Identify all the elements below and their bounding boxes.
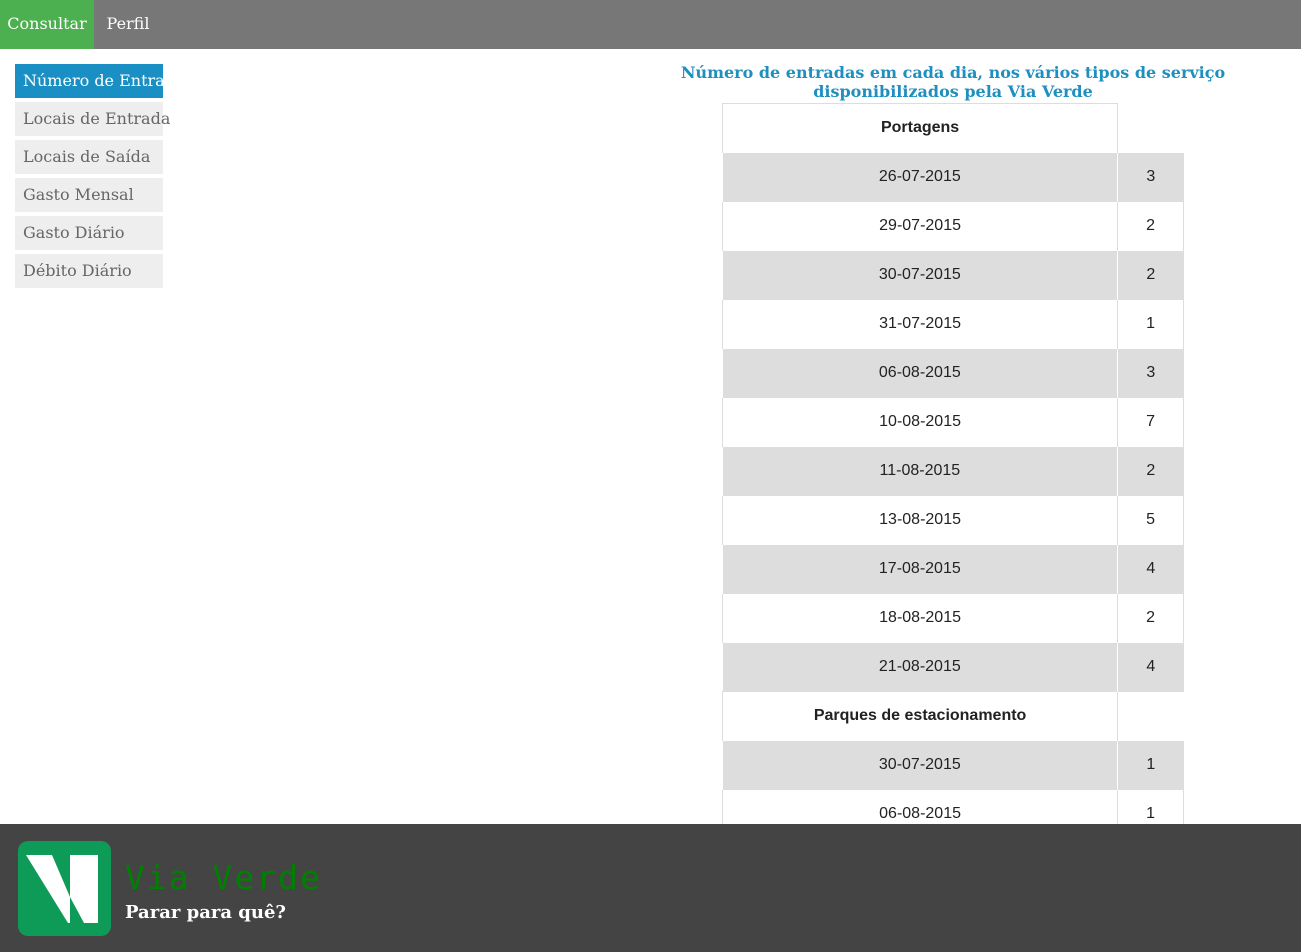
sidebar-item-debito-diario[interactable]: Débito Diário bbox=[15, 254, 163, 288]
table-row: 17-08-2015 4 bbox=[722, 544, 1184, 594]
section-header-row: Parques de estacionamento bbox=[722, 691, 1184, 741]
table-row: 06-08-2015 1 bbox=[722, 789, 1184, 824]
row-date: 18-08-2015 bbox=[722, 593, 1119, 643]
row-date: 11-08-2015 bbox=[722, 446, 1119, 496]
row-count: 3 bbox=[1117, 348, 1184, 398]
brand-slogan: Parar para quê? bbox=[125, 902, 286, 923]
row-count: 5 bbox=[1117, 495, 1184, 545]
row-date: 21-08-2015 bbox=[722, 642, 1119, 692]
page-heading: Número de entradas em cada dia, nos vári… bbox=[680, 63, 1226, 101]
table-row: 13-08-2015 5 bbox=[722, 495, 1184, 545]
row-date: 30-07-2015 bbox=[722, 250, 1119, 300]
row-date: 31-07-2015 bbox=[722, 299, 1119, 349]
table-row: 10-08-2015 7 bbox=[722, 397, 1184, 447]
row-date: 10-08-2015 bbox=[722, 397, 1119, 447]
row-count: 1 bbox=[1117, 740, 1184, 790]
sidebar-item-gasto-mensal[interactable]: Gasto Mensal bbox=[15, 178, 163, 212]
top-navigation: Consultar Perfil bbox=[0, 0, 1301, 49]
row-count: 3 bbox=[1117, 152, 1184, 202]
row-date: 29-07-2015 bbox=[722, 201, 1119, 251]
table-row: 26-07-2015 3 bbox=[722, 152, 1184, 202]
tab-perfil[interactable]: Perfil bbox=[94, 0, 162, 49]
row-count: 2 bbox=[1117, 250, 1184, 300]
row-count: 4 bbox=[1117, 642, 1184, 692]
row-date: 17-08-2015 bbox=[722, 544, 1119, 594]
row-date: 26-07-2015 bbox=[722, 152, 1119, 202]
row-date: 06-08-2015 bbox=[722, 789, 1119, 824]
section-header-empty bbox=[1117, 103, 1184, 153]
via-verde-logo-icon bbox=[18, 841, 111, 936]
row-date: 06-08-2015 bbox=[722, 348, 1119, 398]
sidebar: Número de Entradas Locais de Entrada Loc… bbox=[15, 64, 193, 292]
sidebar-item-gasto-diario[interactable]: Gasto Diário bbox=[15, 216, 163, 250]
row-count: 7 bbox=[1117, 397, 1184, 447]
sidebar-item-locais-de-saida[interactable]: Locais de Saída bbox=[15, 140, 163, 174]
table-row: 21-08-2015 4 bbox=[722, 642, 1184, 692]
table-row: 11-08-2015 2 bbox=[722, 446, 1184, 496]
row-count: 2 bbox=[1117, 201, 1184, 251]
sidebar-item-numero-de-entradas[interactable]: Número de Entradas bbox=[15, 64, 193, 98]
brand-name: Via Verde bbox=[125, 858, 322, 897]
table-row: 18-08-2015 2 bbox=[722, 593, 1184, 643]
table-row: 30-07-2015 2 bbox=[722, 250, 1184, 300]
section-title: Portagens bbox=[722, 103, 1119, 153]
table-row: 29-07-2015 2 bbox=[722, 201, 1184, 251]
section-header-empty bbox=[1117, 691, 1184, 741]
row-count: 1 bbox=[1117, 789, 1184, 824]
section-title: Parques de estacionamento bbox=[722, 691, 1119, 741]
row-count: 1 bbox=[1117, 299, 1184, 349]
section-header-row: Portagens bbox=[722, 103, 1184, 153]
sidebar-item-locais-de-entrada[interactable]: Locais de Entrada bbox=[15, 102, 170, 136]
tab-consultar[interactable]: Consultar bbox=[0, 0, 94, 49]
row-count: 2 bbox=[1117, 446, 1184, 496]
row-count: 4 bbox=[1117, 544, 1184, 594]
row-date: 13-08-2015 bbox=[722, 495, 1119, 545]
entries-table: Portagens 26-07-2015 3 29-07-2015 2 30-07-201… bbox=[722, 103, 1184, 824]
entries-table-container: Portagens 26-07-2015 3 29-07-2015 2 30-07-201… bbox=[722, 103, 1184, 824]
table-row: 06-08-2015 3 bbox=[722, 348, 1184, 398]
row-date: 30-07-2015 bbox=[722, 740, 1119, 790]
table-row: 30-07-2015 1 bbox=[722, 740, 1184, 790]
row-count: 2 bbox=[1117, 593, 1184, 643]
table-row: 31-07-2015 1 bbox=[722, 299, 1184, 349]
footer: Via Verde Parar para quê? bbox=[0, 824, 1301, 952]
